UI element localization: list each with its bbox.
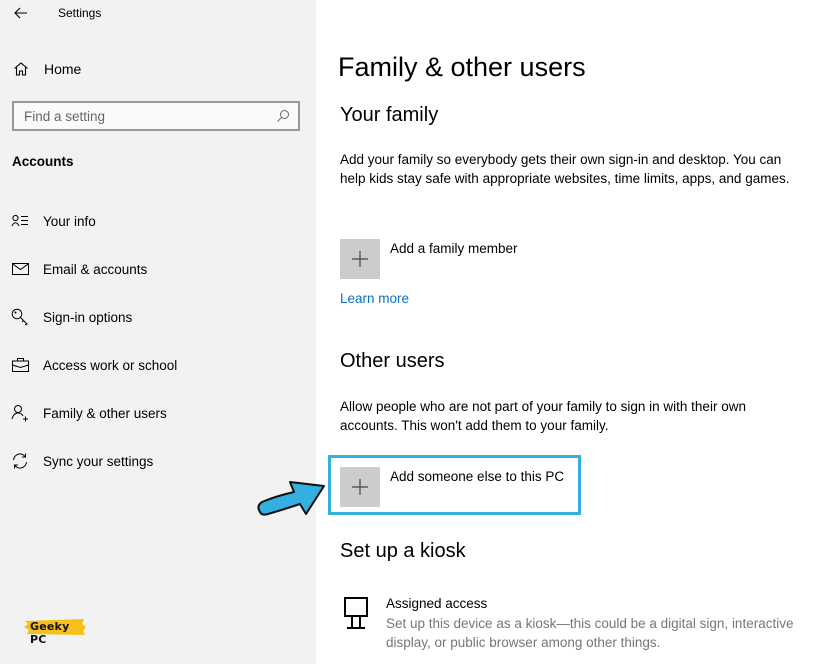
arrow-left-icon bbox=[14, 7, 27, 19]
sidebar: Settings Home Accounts Your info Email &… bbox=[0, 0, 316, 664]
person-list-icon bbox=[11, 212, 29, 230]
assigned-access-description: Set up this device as a kiosk—this could… bbox=[386, 616, 794, 650]
watermark-text: Geeky PC bbox=[30, 620, 70, 646]
main-content: Family & other users Your family Add you… bbox=[316, 0, 817, 664]
home-nav[interactable]: Home bbox=[12, 58, 302, 80]
person-add-icon bbox=[11, 404, 29, 422]
sync-icon bbox=[11, 452, 29, 470]
accounts-section-label: Accounts bbox=[12, 154, 74, 169]
your-family-description: Add your family so everybody gets their … bbox=[340, 152, 790, 186]
sidebar-item-label: Family & other users bbox=[43, 405, 167, 421]
sidebar-item-label: Sign-in options bbox=[43, 309, 133, 325]
add-someone-else-label: Add someone else to this PC bbox=[390, 469, 565, 484]
mail-icon bbox=[11, 260, 29, 278]
briefcase-icon bbox=[11, 356, 29, 374]
app-title: Settings bbox=[58, 6, 102, 20]
home-label: Home bbox=[44, 61, 82, 77]
add-tile bbox=[340, 239, 380, 279]
sidebar-item-label: Sync your settings bbox=[43, 453, 154, 469]
plus-icon bbox=[352, 479, 368, 495]
sidebar-item-sign-in-options[interactable]: Sign-in options bbox=[0, 300, 316, 334]
key-icon bbox=[11, 308, 29, 326]
search-box[interactable] bbox=[12, 101, 300, 131]
watermark-logo: Geeky PC bbox=[24, 618, 86, 646]
add-family-member-button[interactable]: Add a family member bbox=[340, 239, 518, 279]
kiosk-heading: Set up a kiosk bbox=[340, 540, 466, 562]
other-users-heading: Other users bbox=[340, 350, 445, 372]
add-someone-else-button[interactable]: Add someone else to this PC bbox=[340, 467, 564, 507]
sidebar-item-email-accounts[interactable]: Email & accounts bbox=[0, 252, 316, 286]
sidebar-item-family-other-users[interactable]: Family & other users bbox=[0, 396, 316, 430]
sidebar-item-label: Email & accounts bbox=[43, 261, 148, 277]
sidebar-item-your-info[interactable]: Your info bbox=[0, 204, 316, 238]
your-family-heading: Your family bbox=[340, 104, 439, 126]
add-tile bbox=[340, 467, 380, 507]
assigned-access-title: Assigned access bbox=[386, 596, 488, 611]
add-family-member-label: Add a family member bbox=[390, 241, 518, 256]
sidebar-item-label: Your info bbox=[43, 213, 96, 229]
assigned-access-item[interactable]: Assigned access Set up this device as a … bbox=[340, 595, 800, 655]
page-title: Family & other users bbox=[338, 52, 586, 82]
search-input[interactable] bbox=[14, 103, 272, 129]
sidebar-item-access-work-school[interactable]: Access work or school bbox=[0, 348, 316, 382]
plus-icon bbox=[352, 251, 368, 267]
pointer-arrow-icon bbox=[257, 481, 325, 516]
sidebar-item-sync-settings[interactable]: Sync your settings bbox=[0, 444, 316, 478]
title-bar: Settings bbox=[0, 0, 316, 28]
search-icon[interactable] bbox=[272, 105, 294, 127]
kiosk-icon bbox=[344, 597, 368, 629]
sidebar-item-label: Access work or school bbox=[43, 357, 178, 373]
home-icon bbox=[12, 60, 30, 78]
learn-more-link[interactable]: Learn more bbox=[340, 291, 409, 306]
other-users-description: Allow people who are not part of your fa… bbox=[340, 399, 746, 433]
back-button[interactable] bbox=[12, 4, 30, 22]
